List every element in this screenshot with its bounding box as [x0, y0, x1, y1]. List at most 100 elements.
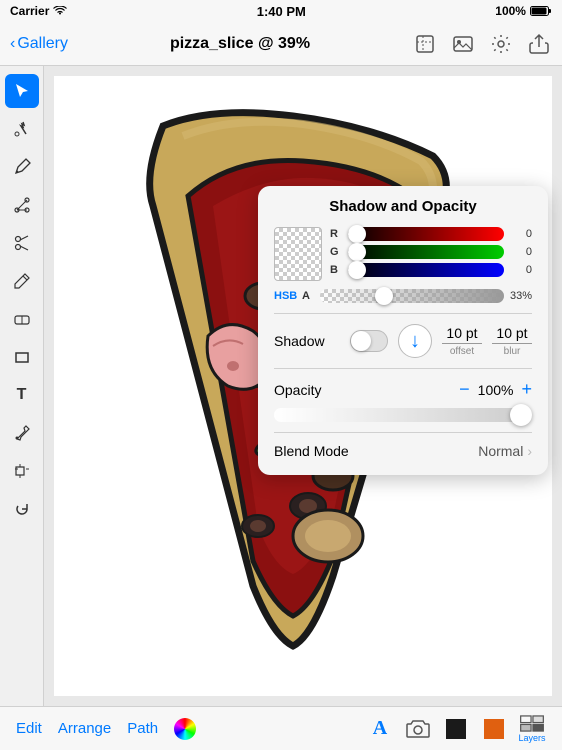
shadow-blur-value: 10 pt — [496, 325, 527, 341]
tool-rectangle[interactable] — [5, 340, 39, 374]
layers-label: Layers — [518, 733, 545, 743]
layers-btn[interactable]: Layers — [518, 715, 546, 743]
color-preview[interactable] — [274, 227, 322, 281]
green-label: G — [330, 246, 342, 258]
left-toolbar: T — [0, 66, 44, 706]
shadow-values: 10 pt offset 10 pt blur — [442, 325, 532, 357]
shadow-offset[interactable]: 10 pt offset — [442, 325, 482, 357]
tool-pen[interactable] — [5, 150, 39, 184]
panel-title: Shadow and Opacity — [274, 198, 532, 215]
red-slider-row: R 0 — [330, 227, 532, 241]
tool-scissors[interactable] — [5, 226, 39, 260]
color-wheel-btn[interactable] — [174, 718, 196, 740]
alpha-slider[interactable] — [320, 289, 504, 303]
status-bar: Carrier 1:40 PM 100% — [0, 0, 562, 22]
green-slider-track — [348, 245, 504, 259]
time-display: 1:40 PM — [257, 4, 306, 19]
alpha-label: A — [302, 290, 314, 302]
tool-text[interactable]: T — [5, 378, 39, 412]
bottom-left-actions: Edit Arrange Path — [16, 718, 196, 740]
blend-mode-value: Normal — [478, 443, 523, 459]
alpha-value: 33% — [510, 290, 532, 302]
red-slider-track — [348, 227, 504, 241]
alpha-slider-track — [320, 289, 504, 303]
shadow-offset-value: 10 pt — [446, 325, 477, 341]
divider-2 — [274, 368, 532, 369]
divider-3 — [274, 432, 532, 433]
edit-btn[interactable]: Edit — [16, 720, 42, 737]
tool-crop[interactable] — [5, 454, 39, 488]
carrier-label: Carrier — [10, 4, 49, 18]
shadow-opacity-panel: Shadow and Opacity R 0 G — [258, 186, 548, 475]
bottom-right-actions: A Layers — [366, 715, 546, 743]
blue-slider-row: B 0 — [330, 263, 532, 277]
green-slider-row: G 0 — [330, 245, 532, 259]
red-label: R — [330, 228, 342, 240]
opacity-slider-thumb — [510, 404, 532, 426]
orange-square-btn[interactable] — [480, 715, 508, 743]
status-left: Carrier — [10, 4, 67, 18]
status-right: 100% — [495, 4, 552, 18]
blue-slider[interactable] — [348, 263, 504, 277]
divider-1 — [274, 313, 532, 314]
image-icon[interactable] — [450, 31, 476, 57]
opacity-minus-btn[interactable]: − — [459, 379, 470, 400]
font-btn[interactable]: A — [366, 715, 394, 743]
opacity-label: Opacity — [274, 382, 451, 398]
bottom-toolbar: Edit Arrange Path A — [0, 706, 562, 750]
camera-icon — [406, 719, 430, 739]
shadow-line-1 — [442, 343, 482, 344]
red-value: 0 — [510, 228, 532, 240]
nav-title: pizza_slice @ 39% — [170, 35, 310, 53]
tool-magic-wand[interactable] — [5, 112, 39, 146]
shadow-toggle[interactable] — [350, 330, 388, 352]
tool-select[interactable] — [5, 74, 39, 108]
blend-chevron-icon: › — [527, 443, 532, 459]
opacity-section: Opacity − 100% + — [274, 379, 532, 400]
color-section: R 0 G 0 — [274, 227, 532, 281]
layers-grid-icon — [519, 715, 545, 732]
red-slider[interactable] — [348, 227, 504, 241]
tool-node[interactable] — [5, 188, 39, 222]
nav-actions — [412, 31, 552, 57]
green-slider[interactable] — [348, 245, 504, 259]
arrange-btn[interactable]: Arrange — [58, 720, 111, 737]
blue-label: B — [330, 264, 342, 276]
blue-value: 0 — [510, 264, 532, 276]
black-square-icon — [446, 719, 466, 739]
opacity-plus-btn[interactable]: + — [521, 379, 532, 400]
camera-btn[interactable] — [404, 715, 432, 743]
canvas-area: Shadow and Opacity R 0 G — [44, 66, 562, 706]
shadow-direction-btn[interactable]: ↓ — [398, 324, 432, 358]
path-btn[interactable]: Path — [127, 720, 158, 737]
font-icon: A — [373, 717, 387, 740]
share-icon[interactable] — [526, 31, 552, 57]
black-square-btn[interactable] — [442, 715, 470, 743]
battery-icon — [530, 5, 552, 17]
main-area: T — [0, 66, 562, 706]
hsb-label: HSB — [274, 290, 296, 302]
blend-mode-section[interactable]: Blend Mode Normal › — [274, 443, 532, 459]
sliders-section: R 0 G 0 — [330, 227, 532, 281]
battery-pct: 100% — [495, 4, 526, 18]
back-label[interactable]: Gallery — [17, 35, 68, 53]
tool-eraser[interactable] — [5, 302, 39, 336]
shadow-label: Shadow — [274, 333, 340, 349]
blend-mode-label: Blend Mode — [274, 443, 478, 459]
tool-pencil[interactable] — [5, 264, 39, 298]
tool-rotate[interactable] — [5, 492, 39, 526]
shadow-offset-label: offset — [450, 346, 474, 357]
green-value: 0 — [510, 246, 532, 258]
resize-icon[interactable] — [412, 31, 438, 57]
orange-square-icon — [484, 719, 504, 739]
shadow-blur[interactable]: 10 pt blur — [492, 325, 532, 357]
hsb-row: HSB A 33% — [274, 289, 532, 303]
gear-icon[interactable] — [488, 31, 514, 57]
shadow-blur-label: blur — [504, 346, 521, 357]
shadow-arrow-icon: ↓ — [410, 330, 420, 353]
shadow-line-2 — [492, 343, 532, 344]
tool-eyedropper[interactable] — [5, 416, 39, 450]
blue-slider-track — [348, 263, 504, 277]
nav-back[interactable]: ‹ Gallery — [10, 35, 68, 53]
shadow-section: Shadow ↓ 10 pt offset 10 pt — [274, 324, 532, 358]
